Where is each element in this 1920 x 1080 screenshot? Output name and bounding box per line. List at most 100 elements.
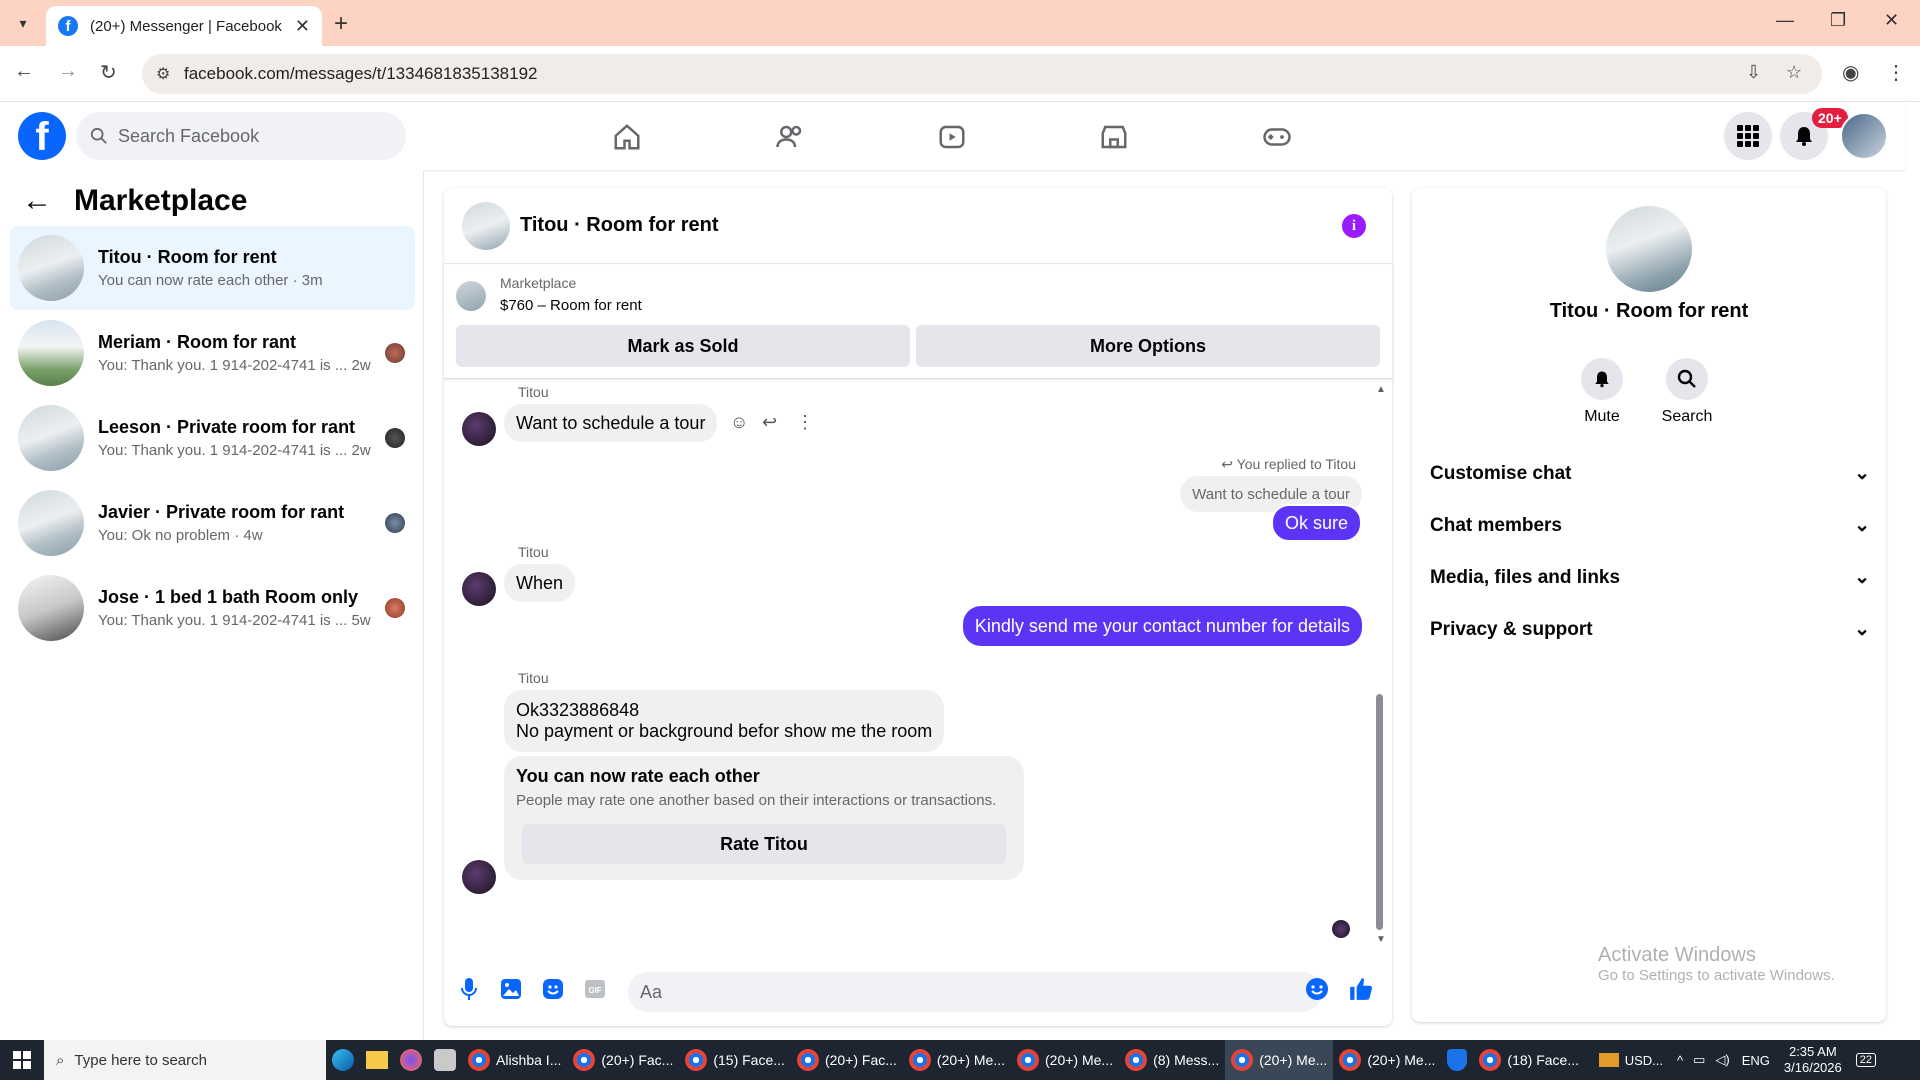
message-bubble[interactable]: Ok sure xyxy=(1270,504,1362,542)
friends-icon[interactable] xyxy=(773,120,807,154)
sticker-icon[interactable] xyxy=(540,976,566,1002)
taskbar-chrome-window[interactable]: (18) Face... xyxy=(1473,1040,1585,1080)
file-explorer-icon[interactable] xyxy=(360,1040,394,1080)
chevron-up-icon[interactable]: ^ xyxy=(1677,1053,1683,1068)
microphone-icon[interactable] xyxy=(456,976,482,1002)
reply-icon[interactable]: ↩ xyxy=(762,412,777,433)
scrollbar-thumb[interactable] xyxy=(1376,694,1383,930)
account-avatar[interactable] xyxy=(1840,112,1888,160)
more-options-button[interactable]: More Options xyxy=(916,325,1380,367)
video-icon[interactable] xyxy=(935,120,969,154)
bookmark-star-icon[interactable]: ☆ xyxy=(1786,62,1802,83)
sender-avatar[interactable] xyxy=(462,572,496,606)
accordion-label: Privacy & support xyxy=(1430,618,1593,640)
menu-grid-icon[interactable] xyxy=(1724,112,1772,160)
conversation-item[interactable]: Leeson · Private room for rant You: Thank… xyxy=(10,396,415,480)
more-actions-icon[interactable]: ⋮ xyxy=(796,412,814,433)
left-panel-title: Marketplace xyxy=(74,184,248,217)
message-bubble[interactable]: Ok3323886848 No payment or background be… xyxy=(504,690,945,752)
forward-icon[interactable]: → xyxy=(58,60,78,83)
app-icon[interactable] xyxy=(428,1040,462,1080)
search-label: Search xyxy=(1661,408,1713,425)
message-bubble[interactable]: Kindly send me your contact number for d… xyxy=(962,606,1362,646)
taskbar-chrome-window[interactable]: (20+) Fac... xyxy=(791,1040,903,1080)
accordion-customise-chat[interactable]: Customise chat ⌄ xyxy=(1430,462,1870,485)
taskbar-chrome-window[interactable]: (15) Face... xyxy=(679,1040,791,1080)
message-bubble[interactable]: When xyxy=(504,564,576,602)
tab-close-icon[interactable]: ✕ xyxy=(295,16,310,37)
home-icon[interactable] xyxy=(610,120,644,154)
windows-start-icon[interactable] xyxy=(0,1040,44,1080)
network-icon[interactable]: ▭ xyxy=(1693,1052,1705,1068)
profile-icon[interactable]: ◉ xyxy=(1842,60,1859,85)
currency-label[interactable]: USD... xyxy=(1625,1053,1663,1068)
sender-avatar[interactable] xyxy=(462,412,496,446)
accordion-chat-members[interactable]: Chat members ⌄ xyxy=(1430,514,1870,537)
conversation-item[interactable]: Meriam · Room for rant You: Thank you. 1 … xyxy=(10,311,415,395)
taskbar-chrome-window[interactable]: (20+) Fac... xyxy=(567,1040,679,1080)
chat-avatar[interactable] xyxy=(462,201,510,250)
chrome-icon xyxy=(573,1049,596,1071)
install-app-icon[interactable]: ⇩ xyxy=(1746,62,1761,83)
site-info-icon[interactable]: ⚙ xyxy=(156,64,170,84)
shield-app-icon[interactable] xyxy=(1441,1040,1473,1080)
marketplace-icon[interactable] xyxy=(1097,120,1131,154)
accordion-privacy-support[interactable]: Privacy & support ⌄ xyxy=(1430,618,1870,641)
message-input[interactable]: Aa xyxy=(628,972,1322,1012)
details-avatar[interactable] xyxy=(1606,206,1692,292)
chat-title[interactable]: Titou · Room for rent xyxy=(520,214,719,237)
browser-tab[interactable]: f (20+) Messenger | Facebook ✕ xyxy=(46,6,322,46)
message-bubble[interactable]: Want to schedule a tour xyxy=(504,404,718,442)
volume-icon[interactable]: ◁) xyxy=(1715,1052,1729,1068)
back-arrow-icon[interactable]: ← xyxy=(22,184,52,218)
listing-price[interactable]: $760 – Room for rent xyxy=(500,297,642,314)
taskbar-chrome-window[interactable]: (8) Mess... xyxy=(1119,1040,1225,1080)
clock[interactable]: 2:35 AM 3/16/2026 xyxy=(1784,1044,1842,1076)
chrome-menu-icon[interactable]: ⋮ xyxy=(1886,60,1906,85)
url-field[interactable]: ⚙ facebook.com/messages/t/13346818351381… xyxy=(142,54,1822,94)
tab-search-icon[interactable]: ▾ xyxy=(10,10,36,36)
taskbar-chrome-window[interactable]: (20+) Me... xyxy=(903,1040,1011,1080)
info-icon[interactable]: i xyxy=(1342,214,1366,238)
minimize-icon[interactable]: — xyxy=(1776,10,1794,31)
photo-icon[interactable] xyxy=(498,976,524,1002)
accordion-media-files-links[interactable]: Media, files and links ⌄ xyxy=(1430,566,1870,589)
firefox-icon[interactable] xyxy=(394,1040,428,1080)
scroll-down-icon[interactable]: ▼ xyxy=(1376,934,1386,945)
back-icon[interactable]: ← xyxy=(14,60,34,83)
search-icon: ⌕ xyxy=(56,1051,65,1069)
left-panel-header: ← Marketplace xyxy=(22,184,247,218)
gif-icon[interactable]: GIF xyxy=(582,976,608,1002)
search-placeholder: Search Facebook xyxy=(118,125,260,146)
facebook-search-input[interactable]: Search Facebook xyxy=(76,112,406,160)
seen-avatar xyxy=(385,598,405,618)
taskbar-chrome-window[interactable]: (20+) Me... xyxy=(1011,1040,1119,1080)
conversation-item[interactable]: Javier · Private room for rant You: Ok no… xyxy=(10,481,415,565)
emoji-icon[interactable] xyxy=(1304,976,1330,1002)
facebook-logo-icon[interactable]: f xyxy=(18,112,66,160)
gaming-icon[interactable] xyxy=(1260,120,1294,154)
like-thumbs-up-icon[interactable] xyxy=(1348,976,1374,1002)
rate-titou-button[interactable]: Rate Titou xyxy=(522,824,1006,864)
scroll-up-icon[interactable]: ▲ xyxy=(1376,384,1386,395)
close-window-icon[interactable]: ✕ xyxy=(1884,10,1899,31)
mark-as-sold-button[interactable]: Mark as Sold xyxy=(456,325,910,367)
restore-icon[interactable]: ❐ xyxy=(1830,10,1846,31)
language-label[interactable]: ENG xyxy=(1742,1053,1770,1068)
taskbar-chrome-window[interactable]: (20+) Me... xyxy=(1333,1040,1441,1080)
search-in-chat-button[interactable]: Search xyxy=(1647,358,1727,426)
tab-title: (20+) Messenger | Facebook xyxy=(90,17,282,35)
edge-icon[interactable] xyxy=(326,1040,360,1080)
conversation-item[interactable]: Jose · 1 bed 1 bath Room only You: Thank … xyxy=(10,566,415,650)
taskbar-chrome-window[interactable]: Alishba I... xyxy=(462,1040,567,1080)
listing-thumbnail[interactable] xyxy=(456,281,486,311)
conversation-item[interactable]: Titou · Room for rent You can now rate ea… xyxy=(10,226,415,310)
new-tab-icon[interactable]: + xyxy=(334,10,348,38)
notification-center-icon[interactable]: 22 xyxy=(1855,1053,1876,1067)
taskbar-chrome-window-active[interactable]: (20+) Me... xyxy=(1225,1040,1334,1080)
sender-avatar[interactable] xyxy=(462,860,496,894)
mute-button[interactable]: Mute xyxy=(1562,358,1642,426)
taskbar-search-input[interactable]: ⌕ Type here to search xyxy=(44,1040,326,1080)
react-emoji-icon[interactable]: ☺ xyxy=(730,412,748,433)
reload-icon[interactable]: ↻ xyxy=(100,60,117,85)
